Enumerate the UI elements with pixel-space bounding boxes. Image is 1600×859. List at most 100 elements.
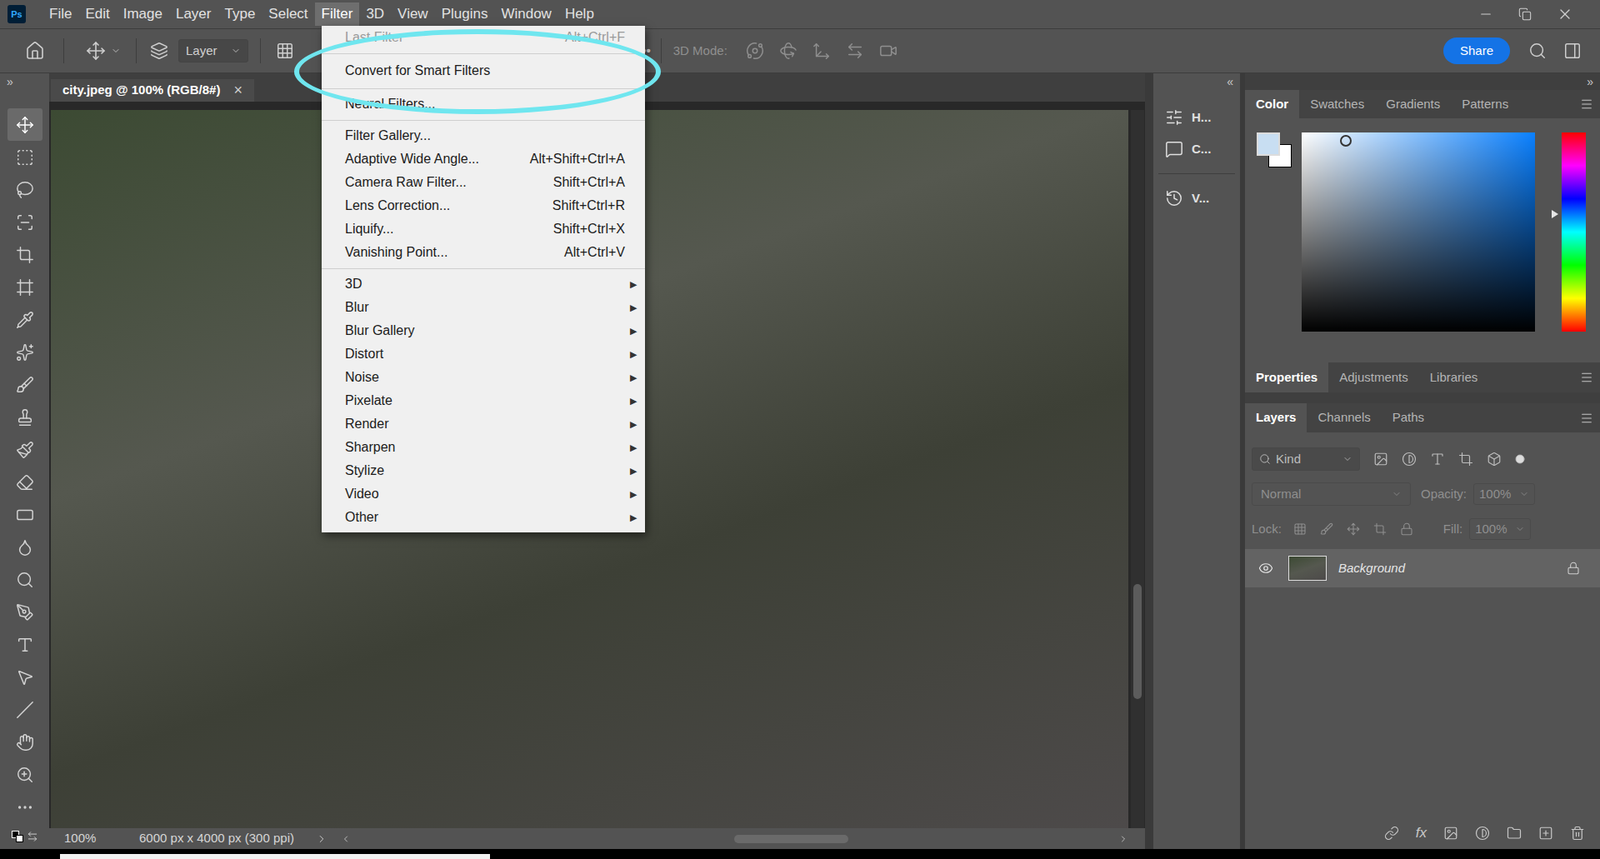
menu-item[interactable]: Filter Gallery... <box>321 124 645 148</box>
menu-item[interactable]: Distort▶ <box>321 342 645 366</box>
right-dock-collapse[interactable]: » <box>1245 73 1600 90</box>
lock-all-icon[interactable] <box>1400 522 1414 536</box>
share-button[interactable]: Share <box>1443 37 1510 65</box>
roll-3d-icon[interactable] <box>779 41 798 60</box>
status-menu-icon[interactable] <box>315 833 328 845</box>
adjustment-filter-icon[interactable] <box>1401 451 1417 467</box>
menu-item[interactable]: Video▶ <box>321 482 645 506</box>
tool-button[interactable] <box>7 238 43 271</box>
minimize-icon[interactable] <box>1478 6 1494 22</box>
menu-bar-item[interactable]: Layer <box>169 2 219 26</box>
slide-3d-icon[interactable] <box>845 41 865 60</box>
menu-item[interactable]: Camera Raw Filter...Shift+Ctrl+A <box>321 170 645 195</box>
menu-bar-item[interactable]: Help <box>558 2 601 26</box>
type-filter-icon[interactable] <box>1430 451 1445 467</box>
menu-item[interactable]: Noise▶ <box>321 365 645 390</box>
mini-dock-item[interactable]: H... <box>1153 101 1240 134</box>
document-tab[interactable]: city.jpeg @ 100% (RGB/8#)× <box>50 79 255 102</box>
scale-3d-icon[interactable] <box>879 41 898 60</box>
link-layers-icon[interactable] <box>1384 825 1400 841</box>
visibility-eye-icon[interactable] <box>1258 560 1274 576</box>
menu-item[interactable]: Render▶ <box>321 412 645 436</box>
fill-field[interactable]: 100% <box>1469 518 1531 540</box>
auto-select-icon[interactable] <box>150 41 169 60</box>
tool-preset-chevron-icon[interactable] <box>110 45 121 56</box>
tool-button[interactable] <box>7 368 43 401</box>
menu-bar-item[interactable]: View <box>390 2 435 26</box>
tool-button[interactable] <box>7 140 43 174</box>
new-adjustment-icon[interactable] <box>1475 825 1490 841</box>
restore-icon[interactable] <box>1518 7 1532 21</box>
menu-item[interactable]: Vanishing Point...Alt+Ctrl+V <box>321 240 645 265</box>
menu-bar-item[interactable]: 3D <box>359 2 391 26</box>
tool-button[interactable] <box>7 335 43 369</box>
tool-button[interactable] <box>7 660 43 694</box>
panel-menu-icon[interactable] <box>1580 370 1594 385</box>
menu-bar-item[interactable]: Image <box>116 2 170 26</box>
new-group-icon[interactable] <box>1506 825 1522 841</box>
tool-button[interactable] <box>7 270 43 304</box>
home-icon[interactable] <box>25 40 45 61</box>
panel-tab[interactable]: Properties <box>1245 362 1329 393</box>
tool-button[interactable] <box>7 530 43 564</box>
layer-filter-dropdown[interactable]: Kind <box>1251 447 1360 471</box>
menu-item[interactable]: Neural Filters... <box>321 92 645 116</box>
mini-dock-item[interactable]: C... <box>1153 133 1240 165</box>
mini-dock-collapse[interactable]: « <box>1153 73 1240 90</box>
tool-button[interactable] <box>7 758 43 791</box>
lock-artboard-icon[interactable] <box>1373 522 1387 536</box>
default-colors-icon[interactable] <box>11 830 24 843</box>
tool-button[interactable] <box>7 433 43 466</box>
menu-item[interactable]: Other▶ <box>321 505 645 530</box>
menu-bar-item[interactable]: Window <box>494 2 558 26</box>
menu-item[interactable]: Blur▶ <box>321 295 645 320</box>
horizontal-scroll-thumb[interactable] <box>734 835 848 844</box>
swap-colors-icon[interactable] <box>26 830 39 843</box>
hue-slider[interactable] <box>1561 132 1586 332</box>
shape-filter-icon[interactable] <box>1458 451 1474 467</box>
mini-dock-item[interactable]: V... <box>1153 182 1240 215</box>
opacity-field[interactable]: 100% <box>1473 483 1535 505</box>
auto-select-dropdown[interactable]: Layer <box>178 39 249 63</box>
menu-bar-item[interactable]: Edit <box>78 2 116 26</box>
orbit-3d-icon[interactable] <box>745 41 765 60</box>
tool-button[interactable] <box>7 303 43 336</box>
panel-menu-icon[interactable] <box>1580 411 1594 425</box>
menu-item[interactable]: Last FilterAlt+Ctrl+F <box>321 25 645 50</box>
panel-tab[interactable]: Gradients <box>1375 90 1451 119</box>
transform-controls-icon[interactable] <box>275 41 295 60</box>
menu-item[interactable]: Liquify...Shift+Ctrl+X <box>321 217 645 241</box>
horizontal-scrollbar[interactable] <box>355 833 1114 845</box>
tool-button[interactable] <box>7 693 43 726</box>
panel-tab[interactable]: Layers <box>1245 403 1307 433</box>
color-field[interactable] <box>1301 132 1535 332</box>
vertical-scrollbar[interactable] <box>1130 110 1145 829</box>
color-picker-ring[interactable] <box>1340 135 1352 147</box>
menu-item[interactable]: Pixelate▶ <box>321 389 645 413</box>
scroll-right-icon[interactable] <box>1118 834 1129 845</box>
menu-bar-item[interactable]: Type <box>217 2 262 26</box>
tool-button[interactable] <box>7 595 43 629</box>
tool-button[interactable] <box>7 465 43 499</box>
tool-button[interactable] <box>7 400 43 434</box>
layer-style-button[interactable]: fx <box>1415 822 1427 845</box>
scroll-left-icon[interactable] <box>340 834 351 845</box>
fg-bg-swatches[interactable] <box>1256 132 1292 168</box>
lock-pixels-icon[interactable] <box>1320 522 1334 536</box>
hue-marker[interactable] <box>1551 210 1559 219</box>
panel-tab[interactable]: Paths <box>1381 403 1435 433</box>
menu-item[interactable]: Blur Gallery▶ <box>321 319 645 343</box>
vertical-scroll-thumb[interactable] <box>1133 584 1142 700</box>
new-layer-icon[interactable] <box>1538 825 1554 841</box>
close-window-icon[interactable] <box>1556 5 1574 23</box>
menu-item[interactable]: Lens Correction...Shift+Ctrl+R <box>321 194 645 218</box>
toolbar-collapse[interactable]: » <box>0 73 50 90</box>
menu-bar-item[interactable]: Select <box>261 2 315 26</box>
panel-tab[interactable]: Libraries <box>1419 362 1490 393</box>
panel-tab[interactable]: Adjustments <box>1328 362 1420 393</box>
menu-item[interactable]: Convert for Smart Filters <box>321 57 645 85</box>
workspace-icon[interactable] <box>1563 41 1582 60</box>
menu-item[interactable]: Stylize▶ <box>321 459 645 483</box>
tab-close[interactable]: × <box>233 79 243 102</box>
blend-mode-dropdown[interactable]: Normal <box>1251 482 1411 506</box>
